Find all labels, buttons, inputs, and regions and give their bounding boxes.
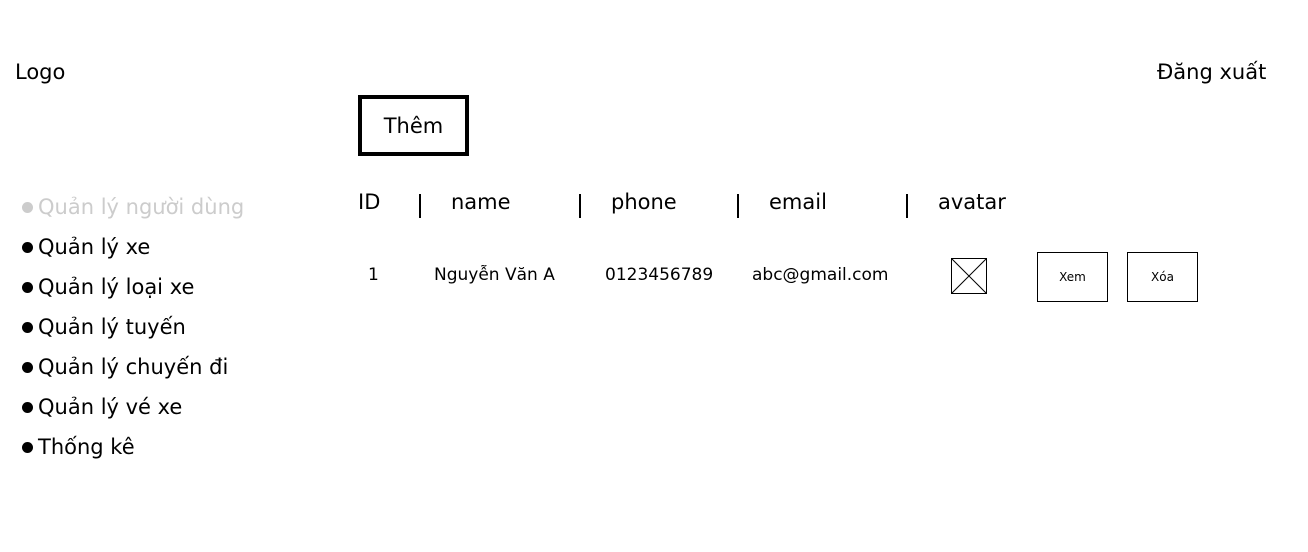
view-button[interactable]: Xem — [1037, 252, 1108, 302]
column-header-email: email — [769, 190, 827, 214]
column-divider — [906, 194, 908, 218]
sidebar-item-tickets[interactable]: Quản lý vé xe — [20, 392, 244, 432]
bullet-icon — [22, 202, 33, 213]
cell-email: abc@gmail.com — [752, 265, 889, 285]
sidebar-item-label: Quản lý loại xe — [38, 275, 195, 299]
sidebar-item-label: Quản lý chuyến đi — [38, 355, 229, 379]
column-divider — [579, 194, 581, 218]
add-button[interactable]: Thêm — [358, 95, 469, 156]
logout-link[interactable]: Đăng xuất — [1157, 60, 1266, 84]
sidebar-item-users[interactable]: Quản lý người dùng — [20, 192, 244, 232]
bullet-icon — [22, 442, 33, 453]
column-divider — [737, 194, 739, 218]
sidebar-item-statistics[interactable]: Thống kê — [20, 432, 244, 472]
sidebar-item-label: Quản lý vé xe — [38, 395, 183, 419]
column-divider — [419, 194, 421, 218]
bullet-icon — [22, 402, 33, 413]
sidebar-item-vehicle-types[interactable]: Quản lý loại xe — [20, 272, 244, 312]
sidebar-item-label: Quản lý xe — [38, 235, 151, 259]
cell-id: 1 — [368, 265, 379, 285]
bullet-icon — [22, 242, 33, 253]
column-header-name: name — [451, 190, 511, 214]
column-header-phone: phone — [611, 190, 677, 214]
sidebar-item-label: Thống kê — [38, 435, 135, 459]
column-header-avatar: avatar — [938, 190, 1006, 214]
sidebar-nav: Quản lý người dùng Quản lý xe Quản lý lo… — [20, 192, 244, 472]
sidebar-item-label: Quản lý người dùng — [38, 195, 245, 219]
bullet-icon — [22, 362, 33, 373]
column-header-id: ID — [358, 190, 381, 214]
bullet-icon — [22, 322, 33, 333]
logo: Logo — [15, 60, 66, 84]
sidebar-item-trips[interactable]: Quản lý chuyến đi — [20, 352, 244, 392]
image-placeholder-icon — [951, 258, 987, 294]
delete-button[interactable]: Xóa — [1127, 252, 1198, 302]
sidebar-item-label: Quản lý tuyến — [38, 315, 186, 339]
cell-phone: 0123456789 — [605, 265, 714, 285]
cell-name: Nguyễn Văn A — [434, 265, 555, 285]
sidebar-item-routes[interactable]: Quản lý tuyến — [20, 312, 244, 352]
sidebar-item-vehicles[interactable]: Quản lý xe — [20, 232, 244, 272]
bullet-icon — [22, 282, 33, 293]
